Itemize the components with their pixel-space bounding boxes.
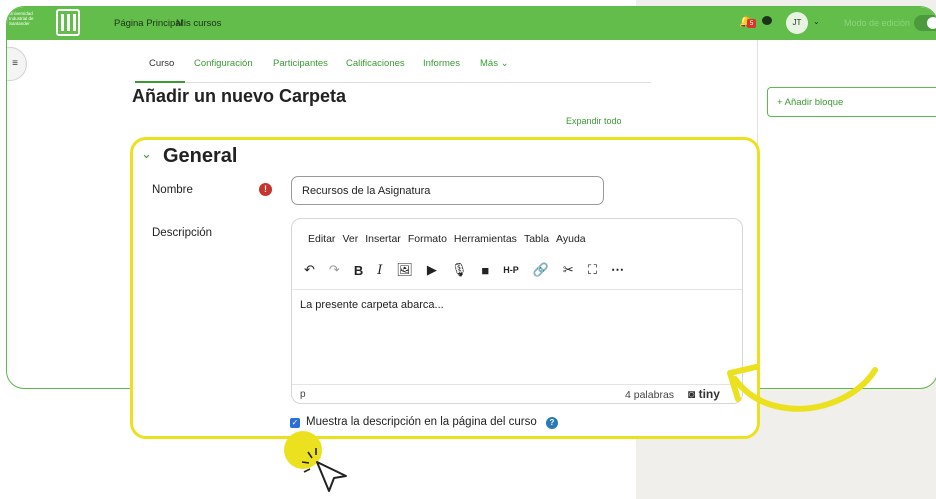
expand-all-link[interactable]: Expandir todo xyxy=(566,116,622,126)
tab-participants[interactable]: Participantes xyxy=(273,58,328,69)
menu-insert[interactable]: Insertar xyxy=(365,233,401,245)
page-title: Añadir un nuevo Carpeta xyxy=(132,86,347,106)
tab-course[interactable]: Curso xyxy=(149,58,174,69)
logo-icon[interactable] xyxy=(56,9,80,36)
course-tabs: Curso Configuración Participantes Califi… xyxy=(135,50,651,83)
chevron-down-icon[interactable]: ⌄ xyxy=(813,17,820,26)
pointer-arrow-icon xyxy=(727,364,878,412)
element-path: p xyxy=(300,389,306,400)
menu-table[interactable]: Tabla xyxy=(524,233,549,245)
tab-reports[interactable]: Informes xyxy=(423,58,460,69)
editor-content[interactable]: La presente carpeta abarca... xyxy=(300,299,444,311)
edit-mode-label: Modo de edición xyxy=(844,18,911,28)
menu-edit[interactable]: Editar xyxy=(308,233,335,245)
italic-icon[interactable]: I xyxy=(377,263,382,278)
show-description-label: Muestra la descripción en la página del … xyxy=(306,416,537,428)
undo-icon[interactable]: ↶ xyxy=(304,262,315,278)
redo-icon[interactable]: ↷ xyxy=(329,262,340,278)
fullscreen-icon[interactable]: ⛶ xyxy=(588,262,597,278)
course-index-toggle[interactable]: ≡ xyxy=(7,47,27,81)
menu-tools[interactable]: Herramientas xyxy=(454,233,517,245)
rich-text-editor[interactable]: Editar Ver Insertar Formato Herramientas Tabl… xyxy=(291,218,743,404)
editor-toolbar: ↶ ↷ B I 🖼 ▶ 🎙 ■ H-P 🔗 ✂ ⛶ ⋯ xyxy=(304,259,638,281)
notification-badge: 5 xyxy=(747,19,756,28)
unlink-icon[interactable]: ✂ xyxy=(563,262,574,278)
name-label: Nombre xyxy=(152,184,193,196)
editor-divider xyxy=(292,289,742,290)
more-icon[interactable]: ⋯ xyxy=(611,262,624,278)
name-field[interactable]: Recursos de la Asignatura xyxy=(291,176,604,205)
logo-text: Universidad Industrial de Santander xyxy=(9,11,34,26)
image-icon[interactable]: 🖼 xyxy=(396,262,413,278)
media-icon[interactable]: ▶ xyxy=(427,262,437,278)
top-navbar: Universidad Industrial de Santander Pági… xyxy=(7,7,936,40)
bold-icon[interactable]: B xyxy=(354,263,363,278)
nav-home-link[interactable]: Página Principal xyxy=(114,18,183,29)
menu-format[interactable]: Formato xyxy=(408,233,447,245)
status-divider xyxy=(292,384,742,385)
video-camera-icon[interactable]: ■ xyxy=(481,263,489,278)
description-label: Descripción xyxy=(152,227,213,239)
link-icon[interactable]: 🔗 xyxy=(533,262,549,278)
tiny-logo: ◙ tiny xyxy=(688,387,720,401)
required-icon: ! xyxy=(259,183,272,196)
active-tab-indicator xyxy=(135,81,185,83)
section-title[interactable]: General xyxy=(163,145,237,168)
chat-icon[interactable] xyxy=(762,16,772,25)
tab-settings[interactable]: Configuración xyxy=(194,58,253,69)
menu-view[interactable]: Ver xyxy=(342,233,358,245)
show-description-checkbox[interactable]: ✓ xyxy=(290,418,300,428)
collapse-chevron-icon[interactable]: ⌄ xyxy=(141,146,152,162)
h5p-icon[interactable]: H-P xyxy=(503,265,519,275)
tab-more[interactable]: Más ⌄ xyxy=(480,58,509,69)
microphone-icon[interactable]: 🎙 xyxy=(451,262,468,278)
menu-help[interactable]: Ayuda xyxy=(556,233,586,245)
edit-mode-toggle[interactable] xyxy=(914,15,936,31)
pointer-cursor-icon xyxy=(301,448,347,492)
add-block-button[interactable]: + Añadir bloque xyxy=(767,87,936,117)
tiny-brand: tiny xyxy=(698,387,720,401)
avatar[interactable]: JT xyxy=(786,12,808,34)
nav-my-courses-link[interactable]: Mis cursos xyxy=(176,18,221,29)
help-icon[interactable]: ? xyxy=(546,417,558,429)
word-count: 4 palabras xyxy=(625,389,675,401)
editor-menubar: Editar Ver Insertar Formato Herramientas Tabl… xyxy=(308,233,593,245)
tab-grades[interactable]: Calificaciones xyxy=(346,58,405,69)
